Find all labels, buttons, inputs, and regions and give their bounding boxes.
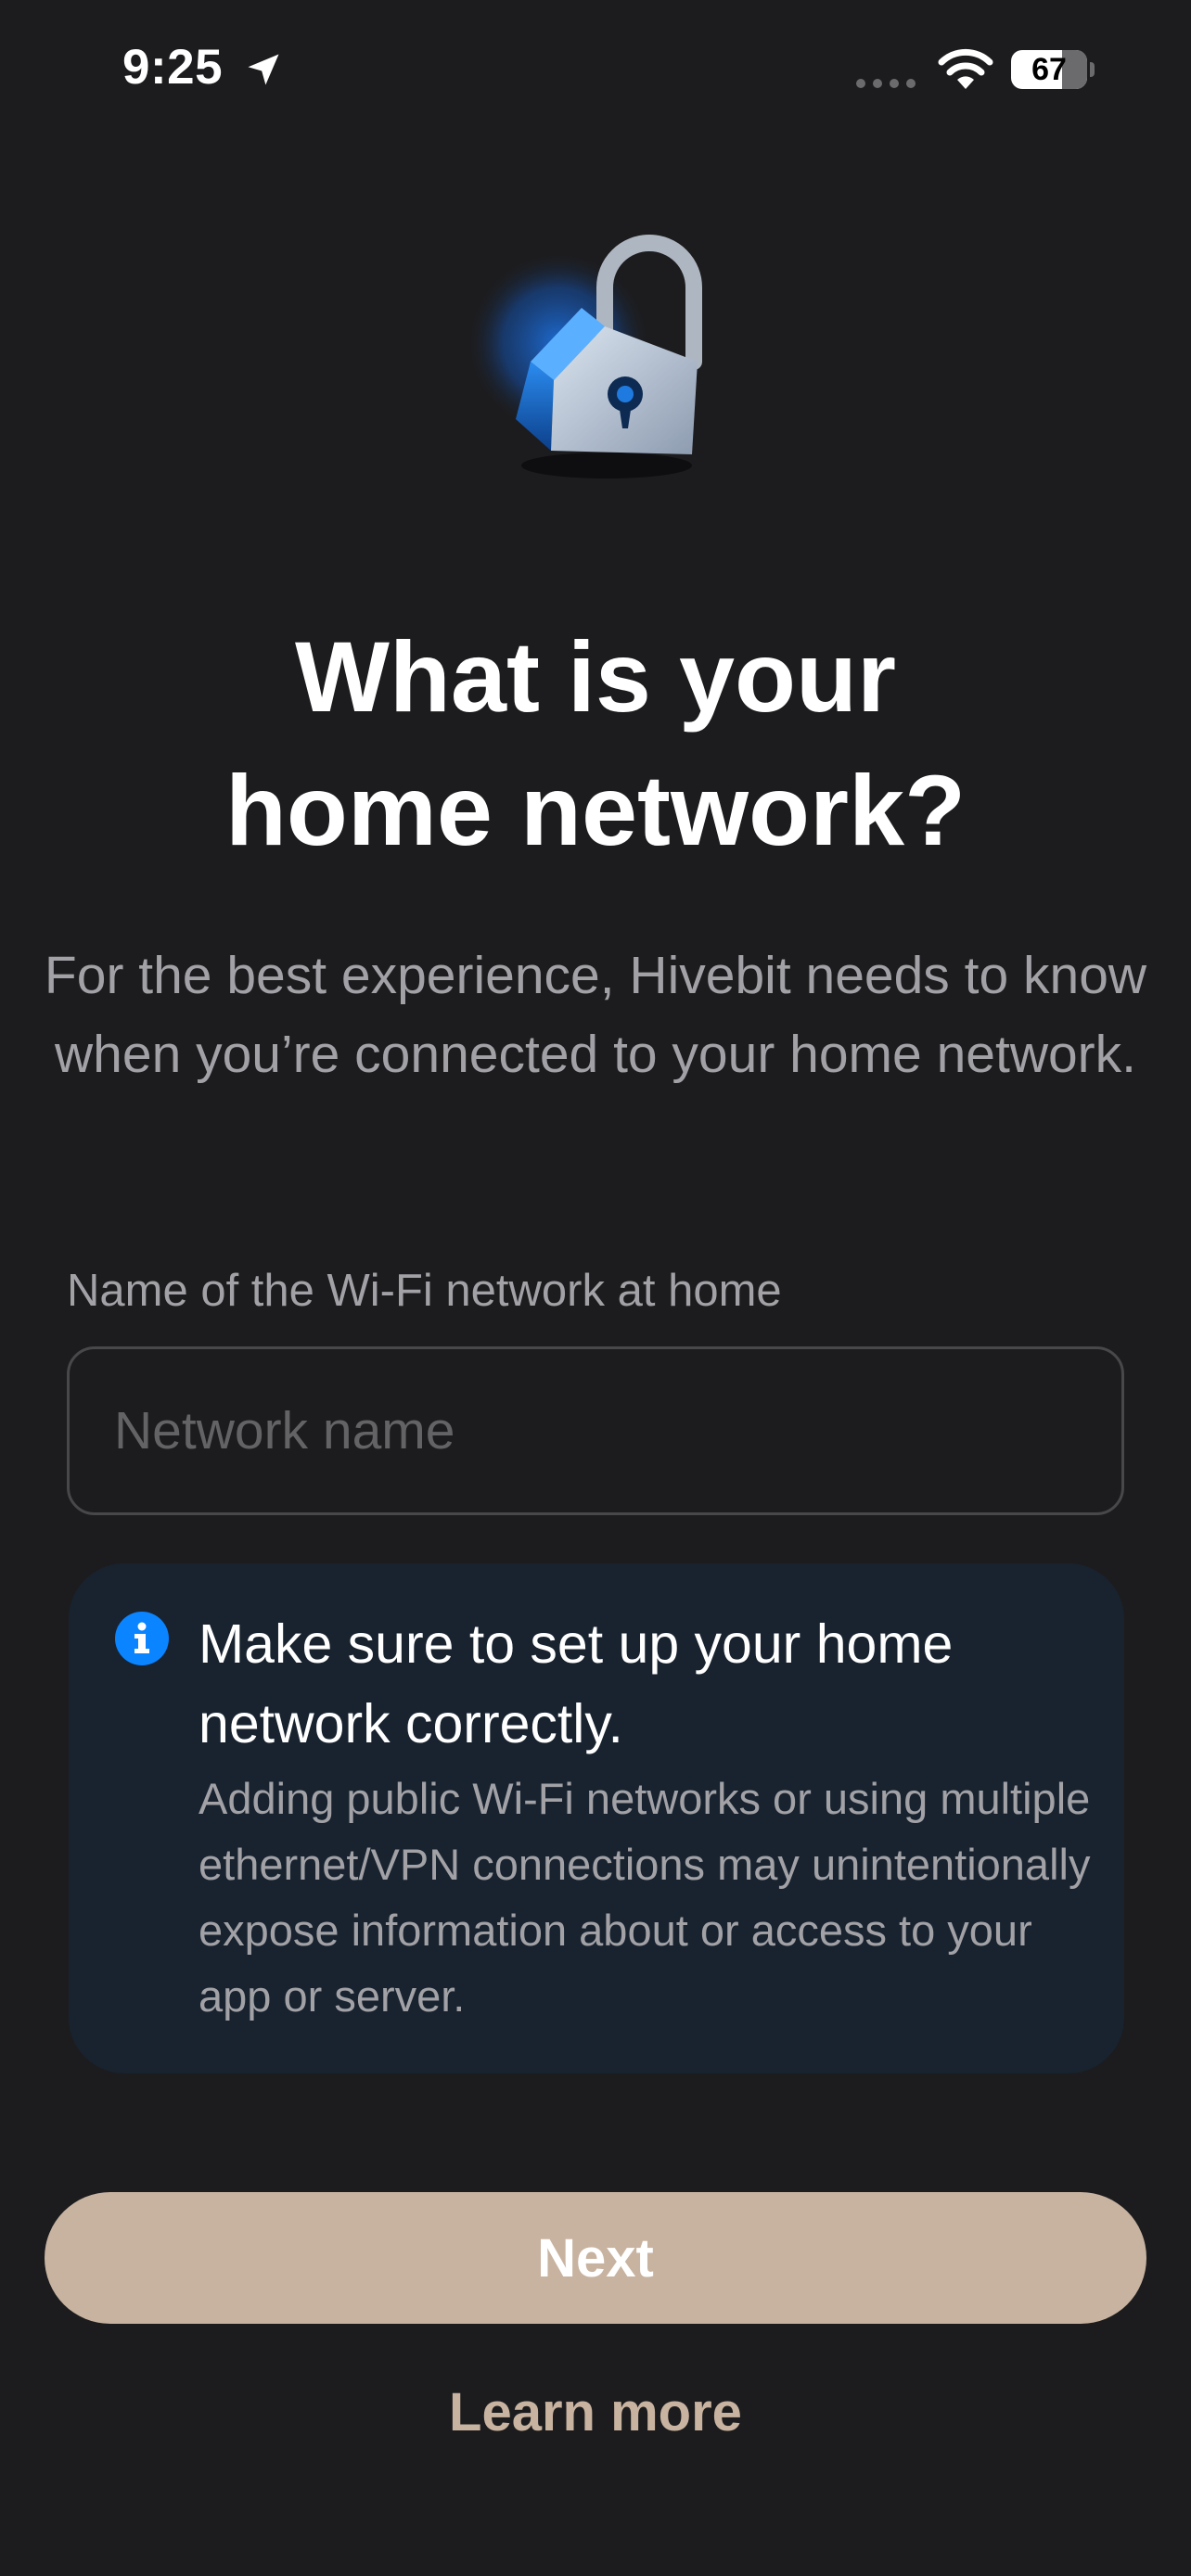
network-name-label: Name of the Wi-Fi network at home — [67, 1266, 782, 1316]
learn-more-link[interactable]: Learn more — [317, 2376, 874, 2450]
wifi-icon — [938, 48, 993, 89]
battery-level: 67 — [1031, 52, 1067, 87]
page-title: What is your home network? — [74, 610, 1117, 877]
page-subtitle: For the best experience, Hivebit needs t… — [44, 946, 1147, 1084]
padlock-icon — [466, 235, 702, 478]
battery-body: 67 — [1011, 50, 1087, 89]
info-icon — [115, 1612, 169, 1665]
status-time: 9:25 — [122, 40, 224, 95]
page-title-line-2: home network? — [224, 754, 967, 866]
info-card: Make sure to set up your home network co… — [69, 1563, 1124, 2073]
status-bar: 9:25 67 — [0, 0, 1191, 139]
location-arrow-icon — [248, 54, 279, 85]
next-button[interactable]: Next — [45, 2192, 1146, 2324]
page-title-line-1: What is your — [294, 620, 897, 733]
network-name-input[interactable] — [67, 1346, 1124, 1515]
info-card-title: Make sure to set up your home network co… — [198, 1613, 954, 1754]
battery-icon: 67 — [1011, 50, 1095, 89]
info-card-body: Adding public Wi-Fi networks or using mu… — [198, 1774, 1091, 2021]
cellular-signal-icon — [856, 79, 916, 88]
